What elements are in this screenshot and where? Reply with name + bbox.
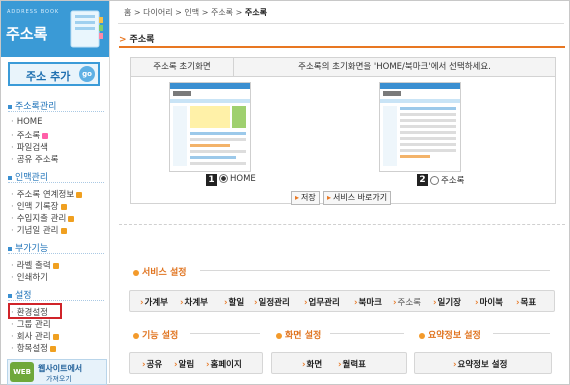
screen-item-screen[interactable]: ›화면 xyxy=(302,358,322,370)
screen-settings-title: 화면 설정 xyxy=(276,328,321,341)
badge-icon xyxy=(60,227,67,234)
divider xyxy=(493,333,550,334)
function-item-alarm[interactable]: ›알림 xyxy=(174,358,194,370)
function-settings-bar: ›공유 ›알림 ›홈페이지 xyxy=(129,352,263,374)
badge-icon xyxy=(68,215,75,222)
sidebar-item-label-print[interactable]: · 라벨 출력 xyxy=(11,259,59,271)
web-logo-icon: WEB xyxy=(10,362,34,382)
radio-selected-icon xyxy=(219,174,228,183)
sidebar: ADDRESS BOOK 주소록 주소 추가 go 주소록관리 · HOME · 주… xyxy=(1,1,110,385)
service-settings-bar: ›가계부 ›차계부 ›할일 ›일정관리 ›업무관리 ›북마크 ›주소록 ›일기장… xyxy=(129,290,555,312)
service-settings-title: 서비스 설정 xyxy=(133,265,187,278)
save-button[interactable]: ▸ 저장 xyxy=(291,191,320,205)
address-book-preview-thumbnail[interactable] xyxy=(379,82,461,172)
square-bullet-icon xyxy=(8,293,12,298)
divider xyxy=(190,333,260,334)
divider xyxy=(330,333,404,334)
service-item-task[interactable]: ›업무관리 xyxy=(304,296,340,308)
home-setting-label: 주소록 초기화면 xyxy=(131,58,234,76)
square-bullet-icon xyxy=(8,246,12,251)
sidebar-item-print[interactable]: · 인쇄하기 xyxy=(11,271,48,283)
breadcrumb-contacts[interactable]: 인맥 xyxy=(184,8,199,17)
badge-icon xyxy=(49,345,56,352)
banner-line1: 웹사이트에서 xyxy=(38,364,83,373)
arrow-icon: > xyxy=(119,35,127,45)
go-icon: go xyxy=(79,66,95,82)
divider xyxy=(119,224,565,225)
sidebar-item-address-book[interactable]: · 주소록 xyxy=(11,129,49,141)
summary-settings-title: 요약정보 설정 xyxy=(419,328,481,341)
service-item-goal[interactable]: ›목표 xyxy=(516,296,536,308)
sidebar-item-linked-info[interactable]: · 주소록 연계정보 xyxy=(11,188,83,200)
service-shortcut-button[interactable]: ▸ 서비스 바로가기 xyxy=(323,191,392,205)
breadcrumb: 홈 > 다이어리 > 인맥 > 주소록 > 주소록 xyxy=(124,8,267,17)
square-bullet-icon xyxy=(8,104,12,109)
function-settings-title: 기능 설정 xyxy=(133,328,178,341)
breadcrumb-home[interactable]: 홈 xyxy=(124,8,131,17)
service-item-diary[interactable]: ›일기장 xyxy=(433,296,461,308)
divider xyxy=(200,270,550,271)
badge-icon xyxy=(60,203,67,210)
sidebar-header: ADDRESS BOOK 주소록 xyxy=(1,1,109,57)
sidebar-header-small: ADDRESS BOOK xyxy=(7,9,60,15)
screen-settings-bar: ›화면 ›월력표 xyxy=(271,352,407,374)
settings-bullet-icon xyxy=(276,332,282,339)
service-item-todo[interactable]: ›할일 xyxy=(224,296,244,308)
option-home-radio[interactable]: HOME xyxy=(219,174,256,184)
radio-unselected-icon xyxy=(430,176,439,185)
divider xyxy=(8,182,104,183)
service-item-mybook[interactable]: ›마이북 xyxy=(475,296,503,308)
divider xyxy=(8,111,104,112)
divider xyxy=(118,23,564,24)
home-setting-panel: 주소록 초기화면 주소록의 초기화면을 'HOME/북마크'에서 선택하세요. … xyxy=(130,57,556,205)
sidebar-item-field-settings[interactable]: · 항목설정 xyxy=(11,342,56,354)
import-from-website-banner[interactable]: WEB 웹사이트에서 가져오기 xyxy=(7,359,107,385)
sidebar-item-group-management[interactable]: · 그룹 관리 xyxy=(11,318,51,330)
settings-bullet-icon xyxy=(133,269,139,276)
option-address-book-radio[interactable]: 주소록 xyxy=(430,174,464,186)
badge-icon xyxy=(52,333,59,340)
service-item-household-ledger[interactable]: ›가계부 xyxy=(140,296,168,308)
service-item-car-ledger[interactable]: ›차계부 xyxy=(180,296,208,308)
function-item-share[interactable]: ›공유 xyxy=(142,358,162,370)
new-badge-icon xyxy=(42,132,49,139)
sidebar-item-anniversary[interactable]: · 기념일 관리 xyxy=(11,224,67,236)
sidebar-item-company-management[interactable]: · 회사 관리 xyxy=(11,330,59,342)
divider xyxy=(8,253,104,254)
sidebar-item-shared-address-book[interactable]: · 공유 주소록 xyxy=(11,153,59,165)
summary-settings-bar: ›요약정보 설정 xyxy=(414,352,552,374)
settings-bullet-icon xyxy=(419,332,425,339)
page-title: > 주소록 xyxy=(119,35,155,45)
address-book-icon xyxy=(70,10,103,48)
breadcrumb-current: 주소록 xyxy=(244,8,267,17)
sidebar-item-file-search[interactable]: · 파일검색 xyxy=(11,141,48,153)
function-item-homepage[interactable]: ›홈페이지 xyxy=(206,358,242,370)
home-setting-header: 주소록 초기화면 주소록의 초기화면을 'HOME/북마크'에서 선택하세요. xyxy=(131,58,555,77)
summary-item-summary-settings[interactable]: ›요약정보 설정 xyxy=(453,358,507,370)
settings-bullet-icon xyxy=(133,332,139,339)
add-contact-button[interactable]: 주소 추가 go xyxy=(8,62,100,86)
highlight-box xyxy=(8,303,62,319)
banner-line2: 가져오기 xyxy=(46,375,72,383)
home-setting-description: 주소록의 초기화면을 'HOME/북마크'에서 선택하세요. xyxy=(298,62,491,72)
option-number-badge: 2 xyxy=(417,174,428,186)
screen-item-monthly-calendar[interactable]: ›월력표 xyxy=(338,358,366,370)
sidebar-item-home[interactable]: · HOME xyxy=(11,117,43,127)
breadcrumb-diary[interactable]: 다이어리 xyxy=(143,8,172,17)
service-item-address-book[interactable]: ›주소록 xyxy=(393,296,421,308)
title-underline xyxy=(119,46,565,48)
add-contact-label: 주소 추가 xyxy=(26,70,71,83)
divider xyxy=(8,300,104,301)
badge-icon xyxy=(76,191,83,198)
square-bullet-icon xyxy=(8,175,12,180)
badge-icon xyxy=(52,262,59,269)
home-preview-thumbnail[interactable] xyxy=(169,82,251,172)
sidebar-item-income-expense[interactable]: · 수입지출 관리 xyxy=(11,212,75,224)
service-item-schedule[interactable]: ›일정관리 xyxy=(254,296,290,308)
sidebar-item-contact-log[interactable]: · 인맥 기록장 xyxy=(11,200,67,212)
service-item-bookmark[interactable]: ›북마크 xyxy=(354,296,382,308)
option-number-badge: 1 xyxy=(206,174,217,186)
breadcrumb-address-book[interactable]: 주소록 xyxy=(211,8,233,17)
sidebar-header-title: 주소록 xyxy=(6,25,48,43)
